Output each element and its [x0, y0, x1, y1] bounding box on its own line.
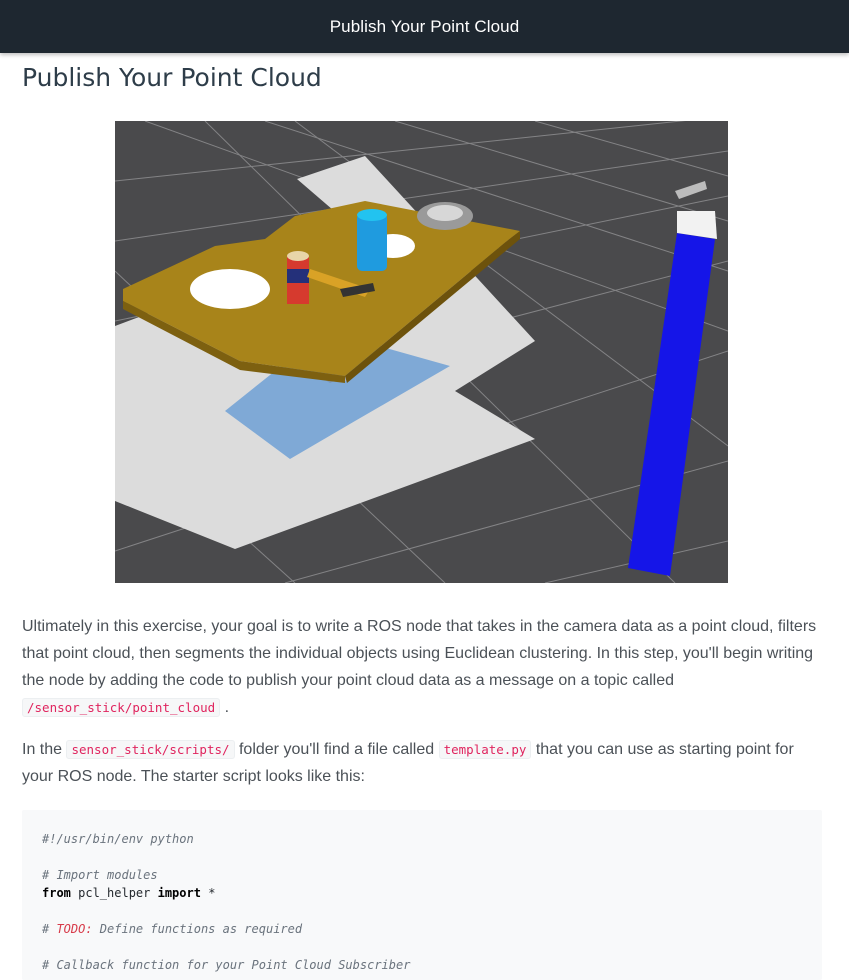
code-line-comment-import: # Import modules	[42, 868, 158, 882]
folder-inline-code: sensor_stick/scripts/	[66, 740, 235, 759]
top-bar: Publish Your Point Cloud	[0, 0, 849, 53]
top-bar-title: Publish Your Point Cloud	[329, 16, 520, 36]
code-line-shebang: #!/usr/bin/env python	[42, 832, 194, 846]
page-title: Publish Your Point Cloud	[22, 63, 322, 92]
template-text-2: folder you'll find a file called	[234, 741, 439, 758]
code-comment-hash: #	[42, 922, 57, 936]
intro-text: Ultimately in this exercise, your goal i…	[22, 618, 817, 689]
topic-inline-code: /sensor_stick/point_cloud	[22, 698, 221, 717]
code-import-rest: *	[200, 886, 216, 900]
intro-paragraph: Ultimately in this exercise, your goal i…	[22, 613, 822, 721]
template-text-1: In the	[22, 741, 67, 758]
code-comment-define: Define functions as required	[92, 922, 303, 936]
code-line-callback: # Callback function for your Point Cloud…	[42, 958, 411, 972]
file-inline-code: template.py	[438, 740, 532, 759]
intro-end: .	[224, 699, 230, 716]
code-module: pcl_helper	[70, 886, 158, 900]
scene-image	[115, 121, 728, 583]
code-keyword-import: import	[157, 886, 201, 900]
template-paragraph: In the sensor_stick/scripts/ folder you'…	[22, 736, 822, 790]
code-keyword-from: from	[42, 886, 71, 900]
code-block[interactable]: #!/usr/bin/env python # Import modules f…	[22, 810, 822, 980]
code-todo: TODO:	[56, 922, 93, 936]
